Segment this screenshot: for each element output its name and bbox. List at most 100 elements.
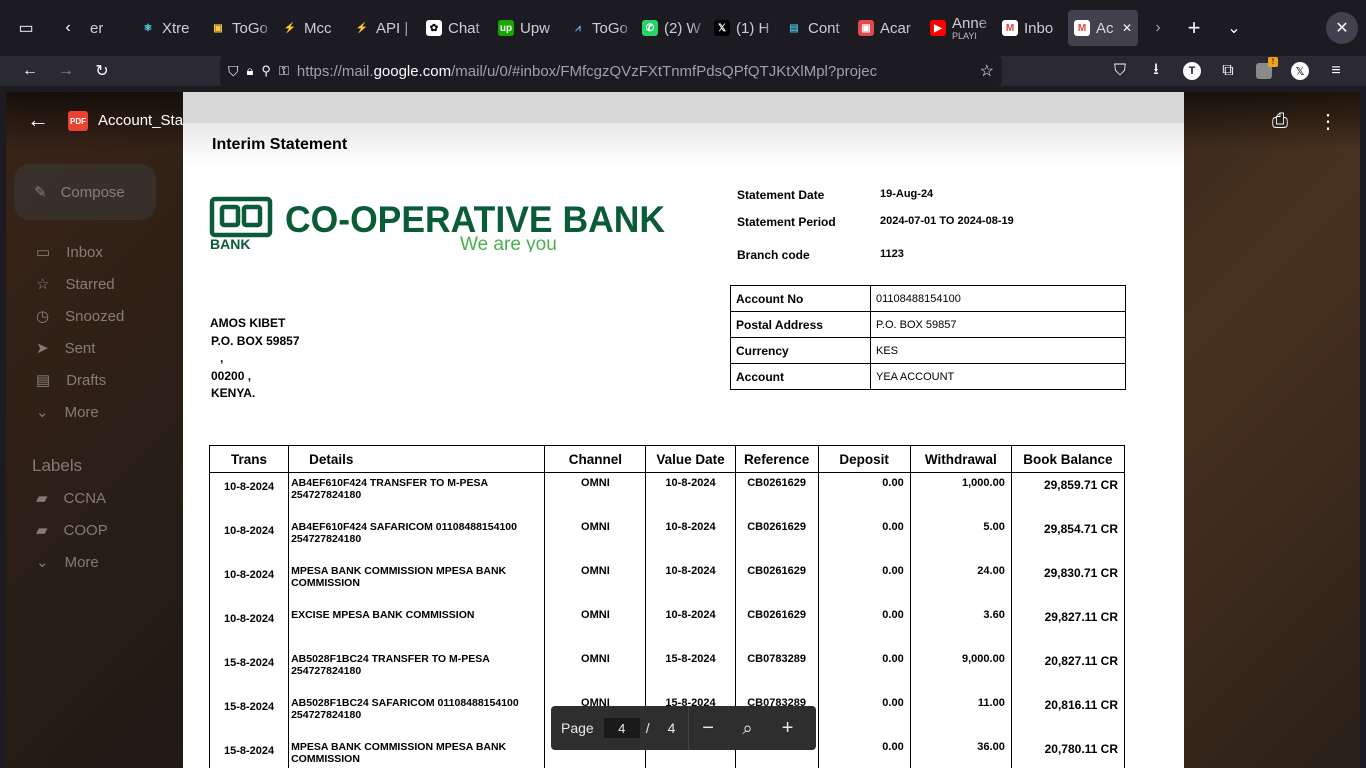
cell-channel: OMNI — [544, 516, 647, 561]
tab-3[interactable]: ▣ ToGo — [204, 10, 276, 46]
tab-1[interactable]: er — [84, 10, 134, 46]
tab-15[interactable]: M Ac ✕ — [1068, 10, 1138, 46]
cell-trans-date: 15-8-2024 — [208, 736, 290, 768]
tab-6[interactable]: ✿ Chat — [420, 10, 492, 46]
tab-13[interactable]: ▶ Anne PLAYI — [924, 10, 996, 46]
zoom-out-icon[interactable]: − — [687, 706, 728, 750]
page-number-input[interactable]: 4 — [603, 718, 640, 738]
navigation-toolbar: ← → ↻ ⛉ 🔒︎ ⚲ ⚿ https://mail.google.com/m… — [0, 56, 1366, 86]
youtube-icon: ▶ — [930, 20, 946, 36]
tab-8[interactable]: ⩘ ToGo — [564, 10, 636, 46]
tab-9[interactable]: ✆ (2) W — [636, 10, 708, 46]
x-icon: 𝕏 — [714, 20, 730, 36]
compose-button[interactable]: ✎ Compose — [14, 164, 156, 220]
table-row: 10-8-2024 AB4EF610F424 TRANSFER TO M-PESA… — [208, 472, 1126, 517]
account-details-table: Account No 01108488154100 Postal Address P.… — [730, 285, 1126, 390]
account-row: Currency KES — [730, 337, 1126, 364]
scroll-tabs-left-icon[interactable]: ‹ — [52, 12, 84, 44]
column-header: Reference — [734, 445, 819, 473]
list-all-tabs-icon[interactable]: ⌄ — [1218, 12, 1250, 44]
window-close-icon[interactable]: ✕ — [1326, 12, 1358, 44]
gmail-nav-1[interactable]: ☆ Starred — [6, 268, 176, 300]
cell-deposit: 0.00 — [817, 604, 911, 649]
app-menu-icon[interactable]: ≡ — [1320, 55, 1352, 87]
tab-4[interactable]: ⚡ Mcc — [276, 10, 348, 46]
cell-value-date: 10-8-2024 — [645, 516, 736, 561]
x-extension-icon[interactable]: 𝕏 — [1284, 55, 1316, 87]
chevron-down-icon: ⌄ — [36, 554, 49, 571]
downloads-icon[interactable]: ⭳ — [1140, 55, 1172, 87]
bolt-icon: ⚡ — [282, 20, 298, 36]
gmail-nav-3[interactable]: ➤ Sent — [6, 332, 176, 364]
tab-11[interactable]: ▤ Cont — [780, 10, 852, 46]
tab-title: Ac — [1096, 19, 1114, 37]
permissions-icon[interactable]: ⚲ — [261, 63, 271, 79]
pocket-icon[interactable]: ⛉ — [1104, 55, 1136, 87]
gmail-label-1[interactable]: ▰ COOP — [6, 514, 176, 546]
gmail-label-2[interactable]: ⌄ More — [6, 546, 176, 578]
key-icon[interactable]: ⚿ — [279, 63, 289, 79]
extensions-icon[interactable]: ⧉ — [1212, 55, 1244, 87]
cell-deposit: 0.00 — [817, 736, 911, 768]
chevron-down-icon: ⌄ — [36, 404, 49, 421]
tab-7[interactable]: up Upw — [492, 10, 564, 46]
print-icon[interactable]: ⎙ — [1264, 105, 1296, 137]
browser-tab-strip: ▭ ‹ er ⚛ Xtre ▣ ToGo ⚡ Mcc ⚡ API | ✿ Chat up Upw ⩘ ToG… — [0, 0, 1366, 56]
address-line: P.O. BOX 59857 — [211, 333, 300, 348]
new-tab-icon[interactable]: + — [1178, 12, 1210, 44]
bank-tagline: We are you — [460, 234, 557, 252]
gmail-label-text: More — [64, 553, 99, 571]
account-field-value: 01108488154100 — [870, 285, 1126, 312]
gmail-nav-2[interactable]: ◷ Snoozed — [6, 300, 176, 332]
cell-reference: CB0783289 — [734, 648, 819, 693]
address-line: 00200 , — [211, 368, 252, 383]
close-viewer-back-icon[interactable]: ← — [22, 104, 54, 136]
gmail-label-0[interactable]: ▰ CCNA — [6, 482, 176, 514]
gmail-nav-label: More — [64, 403, 99, 421]
tab-subtitle: PLAYI — [952, 31, 977, 41]
star-icon: ☆ — [36, 276, 50, 293]
column-header: Deposit — [817, 445, 911, 473]
address-line: , — [220, 351, 224, 365]
cell-reference: CB0261629 — [734, 472, 819, 517]
statement-period-value: 2024-07-01 TO 2024-08-19 — [880, 215, 1014, 227]
cell-channel: OMNI — [544, 648, 647, 693]
gmail-nav-4[interactable]: ▤ Drafts — [6, 364, 176, 396]
notification-extension-icon[interactable]: ! — [1248, 55, 1280, 87]
gmail-nav-0[interactable]: ▭ Inbox — [6, 236, 176, 268]
more-options-icon[interactable]: ⋮ — [1312, 105, 1344, 137]
tab-12[interactable]: ▣ Acar — [852, 10, 924, 46]
togo-icon: ▣ — [210, 20, 226, 36]
tab-title: ToGo — [592, 19, 628, 37]
tab-10[interactable]: 𝕏 (1) H — [708, 10, 780, 46]
close-tab-icon[interactable]: ✕ — [1122, 21, 1132, 35]
tab-2[interactable]: ⚛ Xtre — [134, 10, 204, 46]
cell-trans-date: 10-8-2024 — [208, 560, 290, 605]
zoom-in-icon[interactable]: + — [768, 706, 808, 750]
pdf-page: Interim Statement BANK CO-OPERATIVE BANK… — [183, 92, 1184, 768]
bookmark-star-icon[interactable]: ☆ — [980, 61, 994, 81]
compose-label: Compose — [60, 183, 125, 201]
tab-overview-icon[interactable]: ▭ — [10, 12, 42, 44]
lock-icon[interactable]: 🔒︎ — [247, 63, 254, 79]
forward-icon[interactable]: → — [50, 55, 82, 87]
send-icon: ➤ — [36, 340, 49, 357]
tab-14[interactable]: M Inbo — [996, 10, 1068, 46]
branch-code-label: Branch code — [737, 248, 810, 262]
cell-trans-date: 15-8-2024 — [208, 648, 290, 693]
pdf-file-icon: PDF — [68, 111, 88, 131]
shield-icon[interactable]: ⛉ — [228, 63, 239, 80]
tab-title: Upw — [520, 19, 551, 37]
scroll-tabs-right-icon[interactable]: › — [1142, 12, 1174, 44]
draft-icon: ▤ — [36, 372, 51, 389]
cell-withdrawal: 3.60 — [909, 604, 1012, 649]
url-bar[interactable]: ⛉ 🔒︎ ⚲ ⚿ https://mail.google.com/mail/u/… — [220, 56, 1002, 86]
account-icon[interactable]: T — [1176, 55, 1208, 87]
cell-deposit: 0.00 — [817, 692, 911, 737]
gmail-nav-5[interactable]: ⌄ More — [6, 396, 176, 428]
zoom-reset-icon[interactable]: ⌕ — [728, 706, 768, 750]
gmail-icon: M — [1074, 20, 1090, 36]
tab-5[interactable]: ⚡ API | — [348, 10, 420, 46]
back-icon[interactable]: ← — [14, 55, 46, 87]
reload-icon[interactable]: ↻ — [86, 55, 118, 87]
